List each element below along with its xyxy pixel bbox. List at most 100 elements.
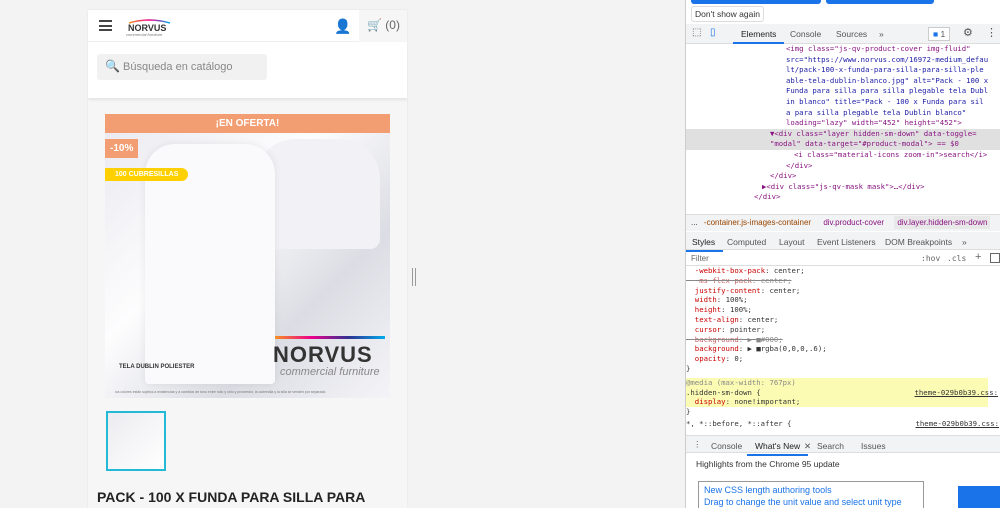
rule-source-link[interactable]: theme-029b0b39.css:	[916, 419, 999, 429]
drawer-tab-issues[interactable]: Issues	[861, 441, 886, 451]
css-property: text-align	[694, 314, 739, 324]
cls-toggle[interactable]: .cls	[947, 254, 966, 263]
search-bar: 🔍 Búsqueda en catálogo	[88, 42, 407, 98]
css-declaration[interactable]: text-align: center;	[686, 315, 1000, 325]
media-rule: @media (max-width: 767px) .hidden-sm-down…	[686, 377, 998, 408]
menu-icon[interactable]	[99, 20, 112, 31]
fabric-label: TELA DUBLIN POLIESTER	[119, 364, 195, 370]
issues-badge[interactable]: ■ 1	[928, 27, 951, 41]
search-input[interactable]: 🔍 Búsqueda en catálogo	[97, 54, 267, 80]
discount-badge: -10%	[105, 139, 139, 158]
tab-dom-breakpoints[interactable]: DOM Breakpoints	[885, 237, 952, 247]
drawer-tab-console[interactable]: Console	[711, 441, 742, 451]
rule-source-link[interactable]: theme-029b0b39.css:	[915, 388, 998, 398]
more-tabs-icon[interactable]: »	[962, 237, 967, 247]
code-line[interactable]: a para silla plegable tela Dublin blanco…	[686, 108, 1000, 119]
code-line[interactable]: </div>	[686, 161, 1000, 172]
css-declaration[interactable]: background: ▶ ■rgba(0,0,0,.6);	[686, 344, 1000, 354]
styles-pane[interactable]: -webkit-box-pack: center; -ms-flex-pack:…	[686, 266, 1000, 434]
user-icon[interactable]: 👤	[334, 18, 351, 35]
code-line[interactable]: "modal" data-target="#product-modal"> ==…	[686, 139, 1000, 150]
tab-elements[interactable]: Elements	[732, 29, 785, 44]
tab-console[interactable]: Console	[790, 29, 821, 39]
breadcrumb-more[interactable]: ...	[691, 218, 698, 227]
feature-image	[958, 486, 1000, 508]
code-line[interactable]: <i class="material-icons zoom-in">search…	[686, 150, 1000, 161]
css-property: background	[694, 334, 739, 344]
norvus-logo[interactable]: NORVUScommercial furniture	[124, 18, 174, 38]
css-value: pointer;	[729, 324, 766, 334]
banner-button[interactable]	[691, 0, 821, 4]
css-value: center;	[769, 285, 801, 295]
code-line[interactable]: </div>	[686, 192, 1000, 203]
tab-styles[interactable]: Styles	[686, 237, 724, 252]
rule-close: }	[686, 363, 691, 373]
css-value: 100%;	[729, 305, 752, 315]
code-line[interactable]: in blanco" title="Pack - 100 x Funda par…	[686, 97, 1000, 108]
cart-button[interactable]: 🛒 (0)	[359, 10, 407, 42]
rule-property[interactable]: display	[695, 397, 726, 406]
styles-filter: Filter :hov .cls +	[686, 251, 1000, 266]
css-property: height	[694, 305, 722, 315]
drawer-tab-search[interactable]: Search	[817, 441, 844, 451]
message-icon: ■	[933, 29, 939, 39]
hov-toggle[interactable]: :hov	[921, 254, 940, 263]
css-declaration[interactable]: -webkit-box-pack: center;	[686, 266, 1000, 276]
filter-input[interactable]: Filter	[691, 254, 916, 263]
elements-tree[interactable]: <img class="js-qv-product-cover img-flui…	[686, 44, 1000, 214]
breadcrumb-item[interactable]: div.product-cover	[823, 218, 884, 227]
css-declaration[interactable]: cursor: pointer;	[686, 325, 1000, 335]
code-line[interactable]: loading="lazy" width="452" height="452">	[686, 118, 1000, 129]
product-thumbnail[interactable]	[106, 411, 166, 471]
drawer-tab-whats-new[interactable]: What's New	[746, 441, 809, 456]
tab-computed[interactable]: Computed	[727, 237, 766, 247]
add-rule-icon[interactable]: +	[975, 251, 981, 263]
breadcrumb-item[interactable]: div.layer.hidden-sm-down	[894, 216, 991, 229]
search-icon: 🔍	[105, 59, 120, 73]
css-value: 0;	[734, 354, 744, 364]
css-value: 100%;	[725, 295, 748, 305]
settings-gear-icon[interactable]: ⚙	[963, 26, 973, 39]
rule-selector: .hidden-sm-down {	[686, 387, 761, 397]
rule-value[interactable]: none!important;	[734, 397, 800, 406]
code-line[interactable]: <img class="js-qv-product-cover img-flui…	[686, 44, 1000, 55]
code-line[interactable]: </div>	[686, 171, 1000, 182]
more-menu-icon[interactable]: ⋮	[986, 26, 997, 39]
sidebar-toggle-icon[interactable]	[990, 253, 1000, 263]
code-line[interactable]: lt/pack-100-x-funda-para-silla-para-sill…	[686, 65, 1000, 76]
css-declaration[interactable]: opacity: 0;	[686, 354, 1000, 364]
css-declaration[interactable]: height: 100%;	[686, 305, 1000, 315]
resize-handle[interactable]	[412, 268, 416, 286]
tab-sources[interactable]: Sources	[836, 29, 867, 39]
css-value: ▶ ■#000;	[747, 334, 783, 344]
styles-tabbar: Styles Computed Layout Event Listeners D…	[686, 232, 1000, 252]
css-property: -webkit-box-pack	[694, 266, 766, 275]
drawer-menu-icon[interactable]: ⋮	[693, 439, 702, 450]
code-line[interactable]: ▶<div class="js-qv-mask mask">…</div>	[686, 182, 1000, 193]
devtools-panel: Don't show again ⬚ ▯ Elements Console So…	[685, 0, 1000, 508]
device-toggle-icon[interactable]: ▯	[710, 27, 716, 38]
code-line[interactable]: Funda para silla para silla plegable tel…	[686, 86, 1000, 97]
css-declaration[interactable]: -ms-flex-pack: center;	[686, 276, 1000, 286]
whats-new-card[interactable]: New CSS length authoring tools Drag to c…	[698, 481, 924, 508]
css-declaration[interactable]: background: ▶ ■#000;	[686, 335, 1000, 345]
tab-layout[interactable]: Layout	[779, 237, 805, 247]
inspect-icon[interactable]: ⬚	[692, 27, 701, 38]
code-line[interactable]: src="https://www.norvus.com/16972-medium…	[686, 55, 1000, 66]
card-title[interactable]: New CSS length authoring tools	[704, 484, 918, 496]
more-tabs-icon[interactable]: »	[879, 29, 884, 39]
css-property: background	[694, 344, 739, 354]
css-declaration[interactable]: justify-content: center;	[686, 286, 1000, 296]
dont-show-again-button[interactable]: Don't show again	[691, 6, 764, 22]
breadcrumb-item[interactable]: -container.js-images-container	[704, 218, 811, 227]
close-icon[interactable]: ✕	[804, 441, 811, 452]
css-property: justify-content	[694, 285, 761, 295]
banner-button[interactable]	[826, 0, 934, 4]
code-line[interactable]: able-tela-dublin-blanco.jpg" alt="Pack -…	[686, 76, 1000, 87]
product-cover-image[interactable]: ¡EN OFERTA! -10% 100 CUBRESILLAS NORVUS …	[105, 114, 390, 398]
css-value: center;	[760, 275, 792, 285]
tab-event-listeners[interactable]: Event Listeners	[817, 237, 876, 247]
css-declaration[interactable]: width: 100%;	[686, 295, 1000, 305]
code-line[interactable]: ▼<div class="layer hidden-sm-down" data-…	[686, 128, 1000, 140]
disclaimer: los colores están sujetos a existencias …	[115, 390, 326, 394]
